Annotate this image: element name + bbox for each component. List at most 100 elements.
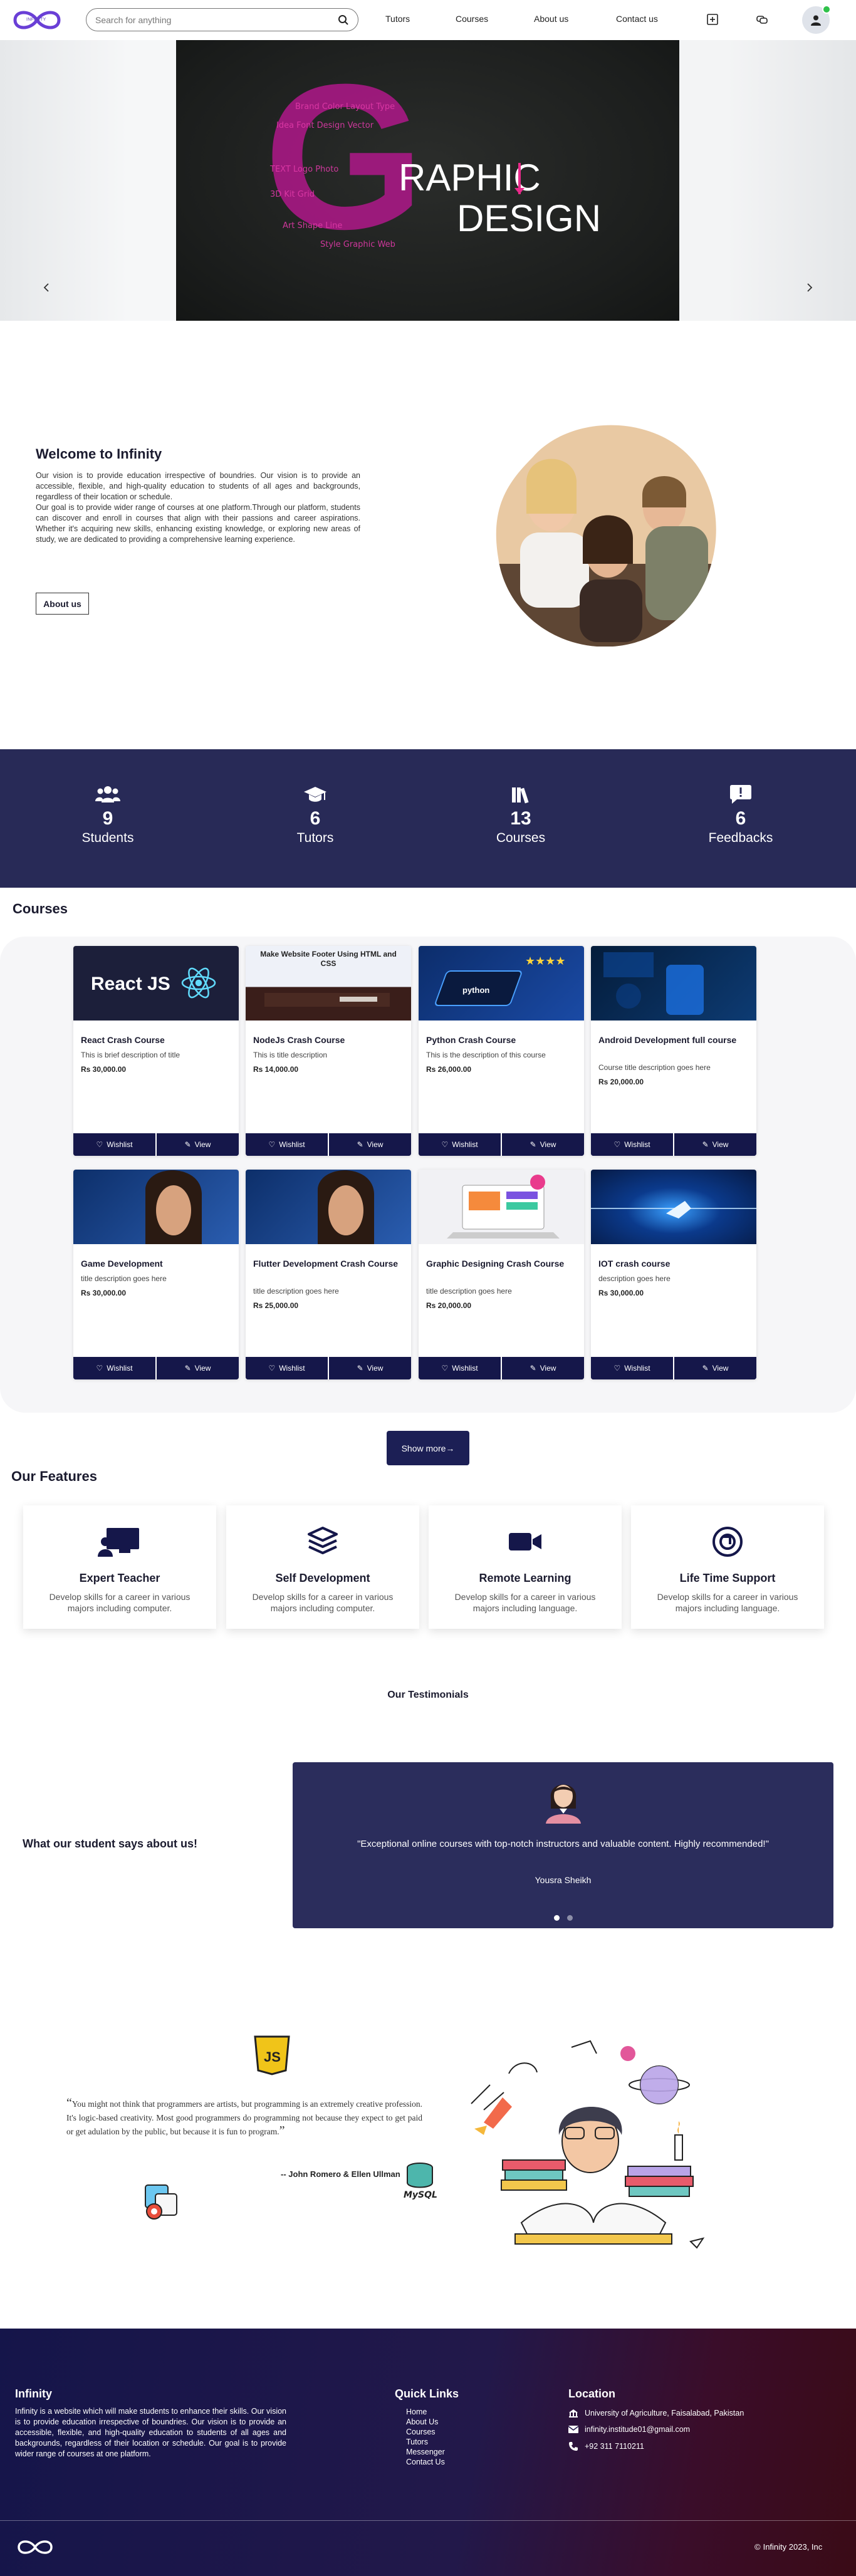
course-thumbnail (73, 1170, 239, 1244)
quick-links-title: Quick Links (395, 2387, 459, 2400)
wishlist-button[interactable]: ♡ Wishlist (591, 1133, 673, 1156)
footer-link-about-us[interactable]: About Us (406, 2418, 438, 2426)
wishlist-button[interactable]: ♡ Wishlist (73, 1357, 155, 1379)
course-actions: ♡ Wishlist ✎ View (246, 1133, 411, 1156)
course-price: Rs 14,000.00 (253, 1065, 299, 1074)
carousel-next-button[interactable] (806, 282, 813, 296)
view-button[interactable]: ✎ View (328, 1133, 411, 1156)
course-title: Flutter Development Crash Course (253, 1259, 399, 1269)
html-css-icon (142, 2181, 179, 2225)
stat-value: 9 (102, 808, 113, 829)
course-card[interactable]: Game Development title description goes … (73, 1170, 239, 1379)
course-card[interactable]: React JS React Crash Course This is brie… (73, 946, 239, 1156)
view-button[interactable]: ✎ View (673, 1357, 756, 1379)
carousel-dot-active[interactable] (554, 1915, 560, 1921)
feature-title: Self Development (275, 1572, 370, 1584)
javascript-badge: JS (253, 2034, 291, 2080)
layers-icon (308, 1527, 338, 1554)
wishlist-button[interactable]: ♡ Wishlist (246, 1357, 328, 1379)
stat-value: 13 (510, 808, 531, 829)
graphic-design-banner: G Brand Color Layout Type Idea Font Desi… (264, 41, 601, 272)
nav-contact-us[interactable]: Contact us (616, 14, 658, 24)
bookmark-add-icon (707, 14, 718, 25)
footer-link-messenger[interactable]: Messenger (406, 2448, 445, 2456)
view-button[interactable]: ✎ View (501, 1133, 584, 1156)
nav-tutors[interactable]: Tutors (385, 14, 410, 24)
footer-link-tutors[interactable]: Tutors (406, 2438, 428, 2446)
building-icon (569, 2409, 578, 2418)
course-description: title description goes here (426, 1287, 512, 1296)
course-thumbnail (591, 946, 756, 1021)
course-price: Rs 20,000.00 (426, 1301, 472, 1310)
wishlist-button[interactable]: ♡ Wishlist (419, 1133, 501, 1156)
stat-label: Courses (496, 831, 546, 845)
view-button[interactable]: ✎ View (673, 1133, 756, 1156)
course-actions: ♡ Wishlist ✎ View (419, 1357, 584, 1379)
nav-about-us[interactable]: About us (534, 14, 568, 24)
view-button[interactable]: ✎ View (501, 1357, 584, 1379)
course-title: Game Development (81, 1259, 163, 1269)
footer-link-home[interactable]: Home (406, 2407, 427, 2416)
books-icon (512, 787, 529, 804)
wishlist-button[interactable]: ♡ Wishlist (419, 1357, 501, 1379)
course-card[interactable]: python ★★★★ Python Crash Course This is t… (419, 946, 584, 1156)
site-logo[interactable]: INFINITY (10, 5, 64, 35)
course-price: Rs 30,000.00 (598, 1289, 644, 1297)
welcome-paragraph-2: Our goal is to provide wider range of co… (36, 503, 360, 544)
course-card[interactable]: IOT crash course description goes here R… (591, 1170, 756, 1379)
coding-illustration (465, 2035, 722, 2263)
support-icon (712, 1527, 743, 1557)
wishlist-button[interactable]: ♡ Wishlist (73, 1133, 155, 1156)
online-status-indicator (822, 5, 831, 14)
wishlist-button[interactable]: ♡ Wishlist (246, 1133, 328, 1156)
heart-icon: ♡ (268, 1140, 276, 1149)
course-card[interactable]: Graphic Designing Crash Course title des… (419, 1170, 584, 1379)
testimonial-quote: "Exceptional online courses with top-not… (357, 1839, 769, 1849)
course-description: This is brief description of title (81, 1051, 180, 1059)
messenger-button[interactable] (754, 11, 770, 28)
wishlist-button[interactable]: ♡ Wishlist (591, 1357, 673, 1379)
svg-text:Idea Font Design Vector: Idea Font Design Vector (276, 121, 374, 130)
course-price: Rs 20,000.00 (598, 1078, 644, 1086)
search-bar[interactable] (86, 8, 358, 31)
carousel-dot[interactable] (567, 1915, 573, 1921)
welcome-students-image (495, 420, 721, 647)
footer-logo[interactable] (15, 2536, 55, 2562)
course-thumbnail: React JS (73, 946, 239, 1021)
footer-link-courses[interactable]: Courses (406, 2428, 436, 2436)
view-button[interactable]: ✎ View (328, 1357, 411, 1379)
footer-divider (0, 2520, 856, 2521)
student-avatar (546, 1784, 581, 1824)
footer-phone[interactable]: +92 311 7110211 (568, 2441, 644, 2451)
heart-icon: ♡ (268, 1364, 276, 1373)
svg-text:Style Graphic Web: Style Graphic Web (320, 240, 395, 249)
search-input[interactable] (95, 14, 338, 25)
course-title: Graphic Designing Crash Course (426, 1259, 565, 1269)
stat-label: Students (81, 831, 134, 845)
search-icon[interactable] (338, 14, 349, 26)
view-button[interactable]: ✎ View (155, 1357, 239, 1379)
course-card[interactable]: Make Website Footer Using HTML and CSS N… (246, 946, 411, 1156)
carousel-prev-button[interactable] (43, 282, 50, 296)
footer-link-contact-us[interactable]: Contact Us (406, 2458, 445, 2466)
footer-address: University of Agriculture, Faisalabad, P… (568, 2409, 744, 2418)
welcome-paragraph-1: Our vision is to provide education irres… (36, 471, 360, 501)
show-more-button[interactable]: Show more→ (387, 1431, 469, 1465)
svg-text:MySQL: MySQL (404, 2190, 437, 2200)
stat-tutors: 6 Tutors (253, 783, 378, 846)
testimonials-side-title: What our student says about us! (23, 1837, 198, 1850)
footer-email[interactable]: infinity.institude01@gmail.com (568, 2425, 690, 2434)
about-us-button[interactable]: About us (36, 593, 89, 615)
nav-courses[interactable]: Courses (456, 14, 488, 24)
feature-title: Remote Learning (479, 1572, 572, 1584)
heart-icon: ♡ (96, 1364, 103, 1373)
feature-card-self-development: Self Development Develop skills for a ca… (226, 1505, 419, 1629)
bookmark-button[interactable] (704, 11, 721, 28)
footer-about-text: Infinity is a website which will make st… (15, 2407, 286, 2458)
svg-text:JS: JS (264, 2049, 281, 2065)
features-section-title: Our Features (11, 1468, 97, 1484)
view-button[interactable]: ✎ View (155, 1133, 239, 1156)
course-card[interactable]: Flutter Development Crash Course title d… (246, 1170, 411, 1379)
course-card[interactable]: Android Development full course Course t… (591, 946, 756, 1156)
edit-icon: ✎ (184, 1364, 191, 1373)
